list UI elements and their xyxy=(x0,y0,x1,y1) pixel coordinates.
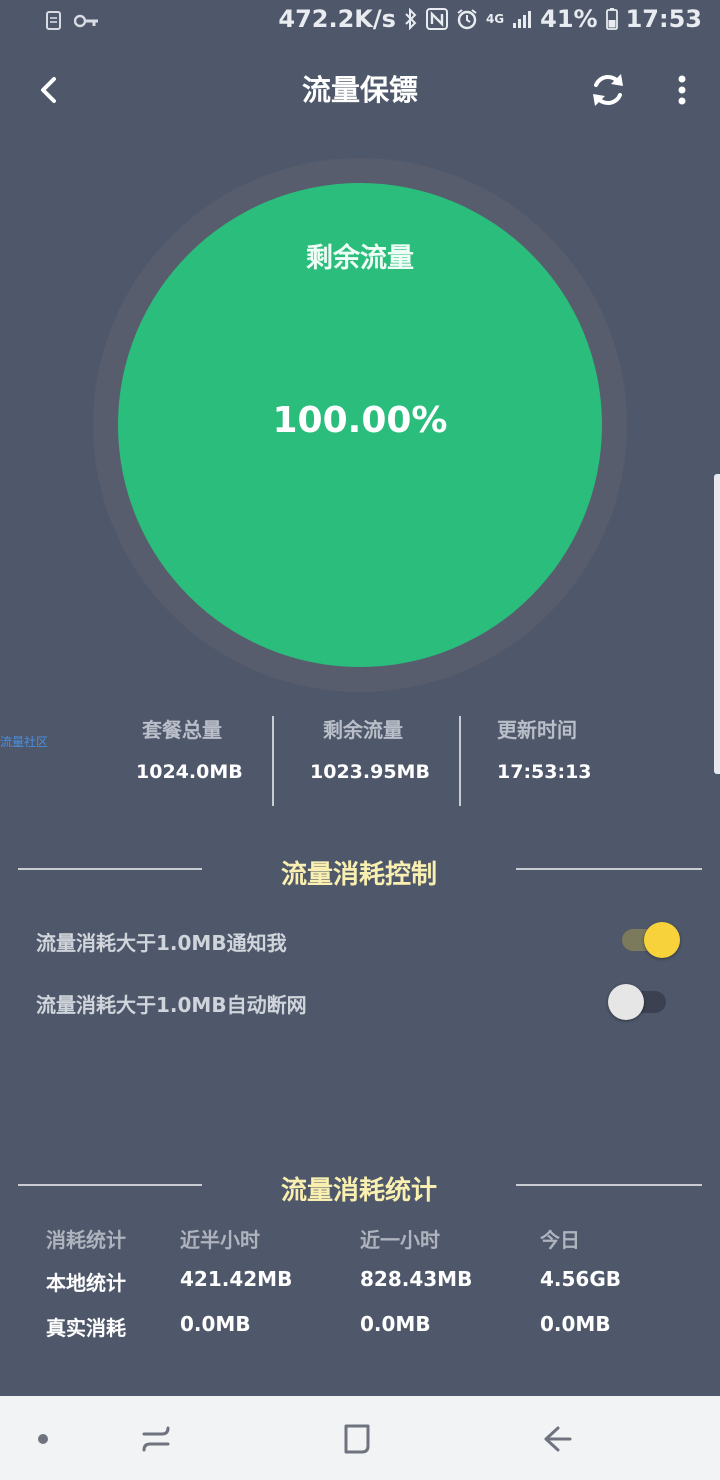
section-divider-left xyxy=(18,1184,202,1186)
table-row: 本地统计 421.42MB 828.43MB 4.56GB xyxy=(0,1267,720,1307)
status-bar: 472.2K/s 4G 41% 17:53 xyxy=(0,0,720,44)
watermark-text: 流量社区 xyxy=(0,735,49,749)
battery-icon xyxy=(605,8,618,30)
stat-remaining-label: 剩余流量 xyxy=(323,718,403,742)
notify-setting-row[interactable]: 流量消耗大于1.0MB通知我 xyxy=(0,910,720,970)
table-cell: 0.0MB xyxy=(180,1312,251,1336)
section-divider-right xyxy=(516,868,702,870)
table-cell: 4.56GB xyxy=(540,1267,622,1291)
header-cell: 今日 xyxy=(540,1228,580,1252)
net-speed: 472.2K/s xyxy=(278,5,396,33)
table-cell: 828.43MB xyxy=(360,1267,473,1291)
back-button[interactable] xyxy=(30,70,70,110)
gauge-label: 剩余流量 xyxy=(306,243,414,274)
nfc-icon xyxy=(425,8,448,30)
auto-disconnect-toggle[interactable] xyxy=(608,984,668,1020)
battery-percent: 41% xyxy=(540,5,598,33)
table-cell: 0.0MB xyxy=(360,1312,431,1336)
stat-updated-value: 17:53:13 xyxy=(497,761,592,783)
stat-updated-label: 更新时间 xyxy=(497,718,577,742)
toggle-knob xyxy=(644,922,680,958)
home-dot-icon xyxy=(38,1434,48,1444)
bluetooth-icon xyxy=(405,8,417,30)
notify-setting-label: 流量消耗大于1.0MB通知我 xyxy=(36,931,287,955)
key-icon xyxy=(74,14,98,28)
scrollbar[interactable] xyxy=(714,474,720,774)
stat-divider xyxy=(459,716,461,806)
status-right: 472.2K/s 4G 41% 17:53 xyxy=(278,5,702,33)
network-type: 4G xyxy=(485,12,505,26)
stat-remaining-value: 1023.95MB xyxy=(310,761,430,783)
system-back-button[interactable] xyxy=(536,1418,580,1460)
more-options-button[interactable] xyxy=(664,70,700,110)
stat-total-value: 1024.0MB xyxy=(136,761,243,783)
overview-icon xyxy=(344,1424,370,1454)
stat-total-label: 套餐总量 xyxy=(142,718,222,742)
signal-icon xyxy=(513,11,532,28)
toggle-knob xyxy=(608,984,644,1020)
control-section-title: 流量消耗控制 xyxy=(280,860,437,890)
notify-toggle[interactable] xyxy=(622,922,682,958)
sim-file-icon xyxy=(46,11,61,30)
stat-total: 套餐总量 1024.0MB xyxy=(136,714,243,783)
back-icon xyxy=(544,1426,572,1452)
refresh-button[interactable] xyxy=(586,68,630,112)
stat-remaining: 剩余流量 1023.95MB xyxy=(310,714,430,783)
table-cell: 0.0MB xyxy=(540,1312,611,1336)
header-cell: 近一小时 xyxy=(360,1228,440,1252)
auto-disconnect-setting-label: 流量消耗大于1.0MB自动断网 xyxy=(36,993,307,1017)
overview-button[interactable] xyxy=(336,1418,378,1460)
section-divider-left xyxy=(18,868,202,870)
row-label: 本地统计 xyxy=(46,1271,126,1295)
auto-disconnect-setting-row[interactable]: 流量消耗大于1.0MB自动断网 xyxy=(0,972,720,1032)
more-vertical-icon xyxy=(678,75,686,105)
row-label: 真实消耗 xyxy=(46,1316,126,1340)
recents-icon xyxy=(142,1426,170,1452)
header-cell: 消耗统计 xyxy=(46,1228,126,1252)
gauge-percentage: 100.00% xyxy=(272,400,448,441)
header-cell: 近半小时 xyxy=(180,1228,260,1252)
statistics-section-title: 流量消耗统计 xyxy=(280,1176,437,1206)
recents-button[interactable] xyxy=(134,1420,178,1458)
back-arrow-icon xyxy=(41,77,56,103)
table-cell: 421.42MB xyxy=(180,1267,293,1291)
navigation-bar xyxy=(0,1396,720,1480)
stat-updated: 更新时间 17:53:13 xyxy=(497,714,592,783)
table-row: 真实消耗 0.0MB 0.0MB 0.0MB xyxy=(0,1312,720,1352)
clock: 17:53 xyxy=(625,5,702,33)
status-left-icons xyxy=(44,10,100,32)
statistics-header-row: 消耗统计 近半小时 近一小时 今日 xyxy=(0,1224,720,1264)
section-divider-right xyxy=(516,1184,702,1186)
stat-divider xyxy=(272,716,274,806)
refresh-icon xyxy=(593,74,623,106)
alarm-icon xyxy=(457,9,477,30)
home-button[interactable] xyxy=(26,1422,60,1456)
